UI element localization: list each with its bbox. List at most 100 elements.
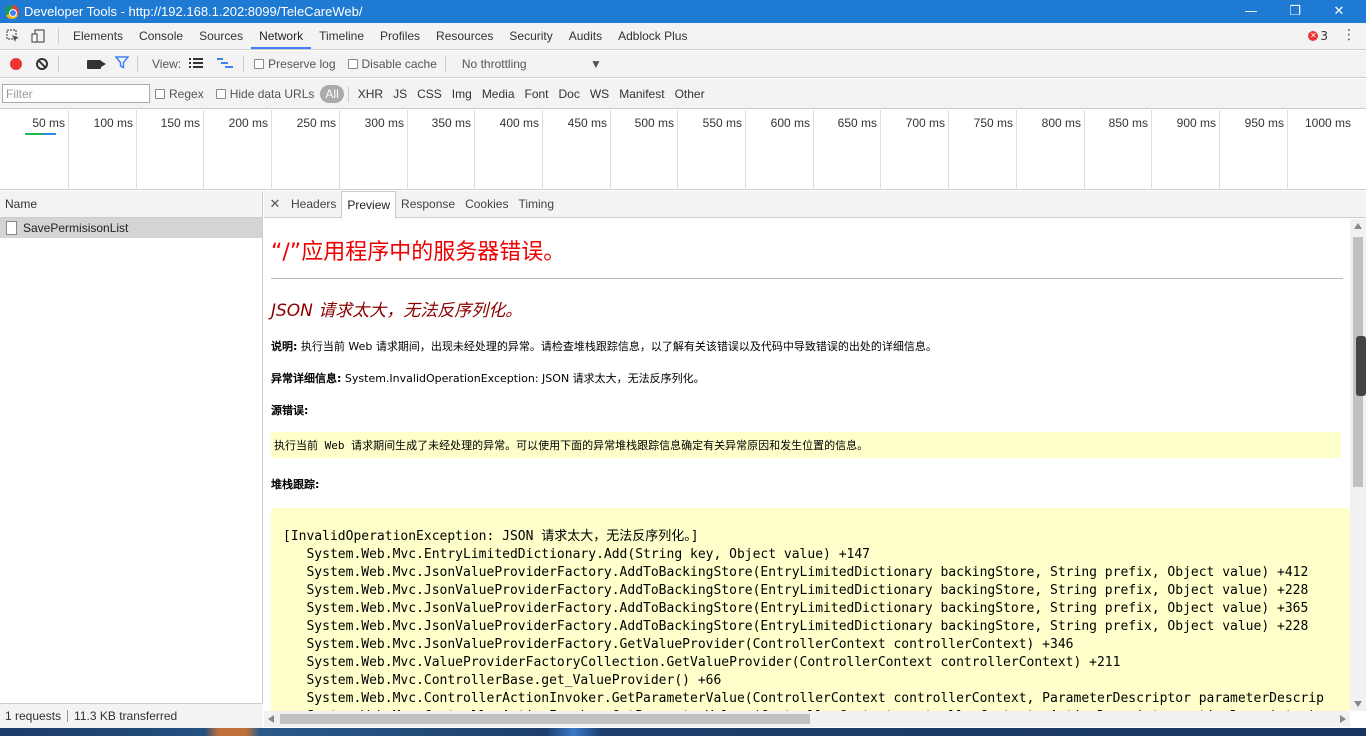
timeline-gridline xyxy=(271,110,272,190)
request-timing-bar xyxy=(25,133,43,135)
tab-preview[interactable]: Preview xyxy=(341,190,397,219)
chrome-icon xyxy=(5,4,19,19)
timeline-tick-label: 500 ms xyxy=(634,116,674,130)
filter-icon[interactable] xyxy=(114,56,130,72)
overview-waterfall-icon[interactable] xyxy=(217,57,234,72)
minimize-button[interactable]: — xyxy=(1228,0,1274,23)
inspect-element-icon[interactable] xyxy=(0,23,26,49)
timeline-tick-label: 600 ms xyxy=(770,116,810,130)
filter-type-media[interactable]: Media xyxy=(477,87,520,101)
filter-type-js[interactable]: JS xyxy=(388,87,412,101)
timeline-tick-label: 200 ms xyxy=(228,116,268,130)
timeline-gridline xyxy=(68,110,69,190)
toolbar-divider xyxy=(137,56,138,72)
capture-screenshots-icon[interactable] xyxy=(87,59,106,69)
stack-trace-line: System.Web.Mvc.JsonValueProviderFactory.… xyxy=(283,619,1309,634)
tab-timing[interactable]: Timing xyxy=(513,191,559,218)
clear-icon[interactable] xyxy=(36,58,48,70)
exception-label: 异常详细信息: xyxy=(271,372,342,385)
large-rows-icon[interactable] xyxy=(189,57,204,72)
request-count: 1 requests xyxy=(5,709,62,723)
horizontal-scrollbar[interactable] xyxy=(264,711,1350,727)
detail-tabs: ✕ Headers Preview Response Cookies Timin… xyxy=(264,190,1366,219)
timeline-gridline xyxy=(1287,110,1288,190)
timeline-tick-label: 50 ms xyxy=(32,116,65,130)
throttling-select[interactable]: No throttling ▼ xyxy=(462,57,602,71)
tab-profiles[interactable]: Profiles xyxy=(372,23,428,49)
request-list: Name SavePermisisonList xyxy=(0,191,263,703)
tab-security[interactable]: Security xyxy=(501,23,560,49)
filter-input[interactable] xyxy=(2,84,150,103)
timeline-gridline xyxy=(339,110,340,190)
tab-cookies[interactable]: Cookies xyxy=(460,191,513,218)
filter-type-font[interactable]: Font xyxy=(520,87,554,101)
filter-type-all[interactable]: All xyxy=(320,84,344,103)
timeline-gridline xyxy=(880,110,881,190)
table-row[interactable]: SavePermisisonList xyxy=(0,218,262,238)
vertical-scrollbar[interactable] xyxy=(1350,219,1366,711)
tab-audits[interactable]: Audits xyxy=(561,23,610,49)
exception-text: System.InvalidOperationException: JSON 请… xyxy=(341,372,705,385)
tab-sources[interactable]: Sources xyxy=(191,23,251,49)
filter-type-ws[interactable]: WS xyxy=(585,87,614,101)
tab-adblock-plus[interactable]: Adblock Plus xyxy=(610,23,695,49)
scroll-right-icon[interactable] xyxy=(1340,715,1346,723)
regex-checkbox[interactable]: Regex xyxy=(155,87,204,101)
error-page-title: “/”应用程序中的服务器错误。 xyxy=(271,240,566,265)
record-icon[interactable] xyxy=(10,58,22,70)
preserve-log-checkbox[interactable]: Preserve log xyxy=(254,57,336,71)
filter-type-doc[interactable]: Doc xyxy=(554,87,585,101)
hide-data-urls-checkbox[interactable]: Hide data URLs xyxy=(215,87,314,101)
timeline-tick-label: 1000 ms xyxy=(1304,116,1351,130)
disable-cache-checkbox[interactable]: Disable cache xyxy=(347,57,437,71)
error-icon: ✕ xyxy=(1308,31,1319,41)
name-column-header[interactable]: Name xyxy=(0,191,262,218)
device-mode-icon[interactable] xyxy=(26,23,52,49)
toolbar-divider xyxy=(58,28,59,44)
timeline-gridline xyxy=(813,110,814,190)
error-description: 说明: 执行当前 Web 请求期间，出现未经处理的异常。请检查堆栈跟踪信息，以了… xyxy=(271,338,1350,354)
filter-type-xhr[interactable]: XHR xyxy=(353,87,388,101)
close-detail-icon[interactable]: ✕ xyxy=(264,196,286,212)
scroll-up-icon[interactable] xyxy=(1354,223,1362,229)
timeline-tick-label: 400 ms xyxy=(499,116,539,130)
stack-trace-line: System.Web.Mvc.ControllerBase.get_ValueP… xyxy=(283,673,722,688)
timeline-tick-label: 950 ms xyxy=(1244,116,1284,130)
tab-network[interactable]: Network xyxy=(251,23,312,49)
restore-button[interactable]: ❐ xyxy=(1272,0,1318,23)
timeline-tick-label: 700 ms xyxy=(905,116,945,130)
tab-headers[interactable]: Headers xyxy=(286,191,341,218)
description-label: 说明: xyxy=(271,340,298,353)
view-label: View: xyxy=(152,57,182,71)
timeline-overview[interactable]: 50 ms 100 ms 150 ms 200 ms 250 ms 300 ms 350 m… xyxy=(0,110,1366,190)
request-timing-bar xyxy=(43,133,56,135)
stack-trace-line: System.Web.Mvc.JsonValueProviderFactory.… xyxy=(283,601,1309,616)
stack-trace-line: System.Web.Mvc.JsonValueProviderFactory.… xyxy=(283,637,1074,652)
timeline-tick-label: 900 ms xyxy=(1176,116,1216,130)
filter-type-other[interactable]: Other xyxy=(670,87,710,101)
tab-timeline[interactable]: Timeline xyxy=(311,23,372,49)
scroll-left-icon[interactable] xyxy=(268,715,274,723)
toolbar-divider xyxy=(58,56,59,72)
filter-type-manifest[interactable]: Manifest xyxy=(614,87,669,101)
divider xyxy=(271,278,1343,279)
scroll-down-icon[interactable] xyxy=(1354,701,1362,707)
more-options-icon[interactable]: ⋮ xyxy=(1342,27,1356,43)
filter-type-img[interactable]: Img xyxy=(447,87,477,101)
close-button[interactable]: ✕ xyxy=(1316,0,1362,23)
filter-type-css[interactable]: CSS xyxy=(412,87,447,101)
file-icon xyxy=(6,221,17,235)
tab-elements[interactable]: Elements xyxy=(65,23,131,49)
timeline-gridline xyxy=(1151,110,1152,190)
response-preview[interactable]: “/”应用程序中的服务器错误。 JSON 请求太大，无法反序列化。 说明: 执行… xyxy=(264,219,1350,711)
tab-console[interactable]: Console xyxy=(131,23,191,49)
timeline-tick-label: 300 ms xyxy=(364,116,404,130)
disable-cache-label: Disable cache xyxy=(361,57,437,71)
error-count-badge[interactable]: ✕ 3 xyxy=(1308,29,1328,43)
timeline-gridline xyxy=(1084,110,1085,190)
tab-resources[interactable]: Resources xyxy=(428,23,501,49)
scrollbar-thumb[interactable] xyxy=(280,714,810,724)
tab-response[interactable]: Response xyxy=(396,191,460,218)
timeline-gridline xyxy=(745,110,746,190)
timeline-tick-label: 750 ms xyxy=(973,116,1013,130)
